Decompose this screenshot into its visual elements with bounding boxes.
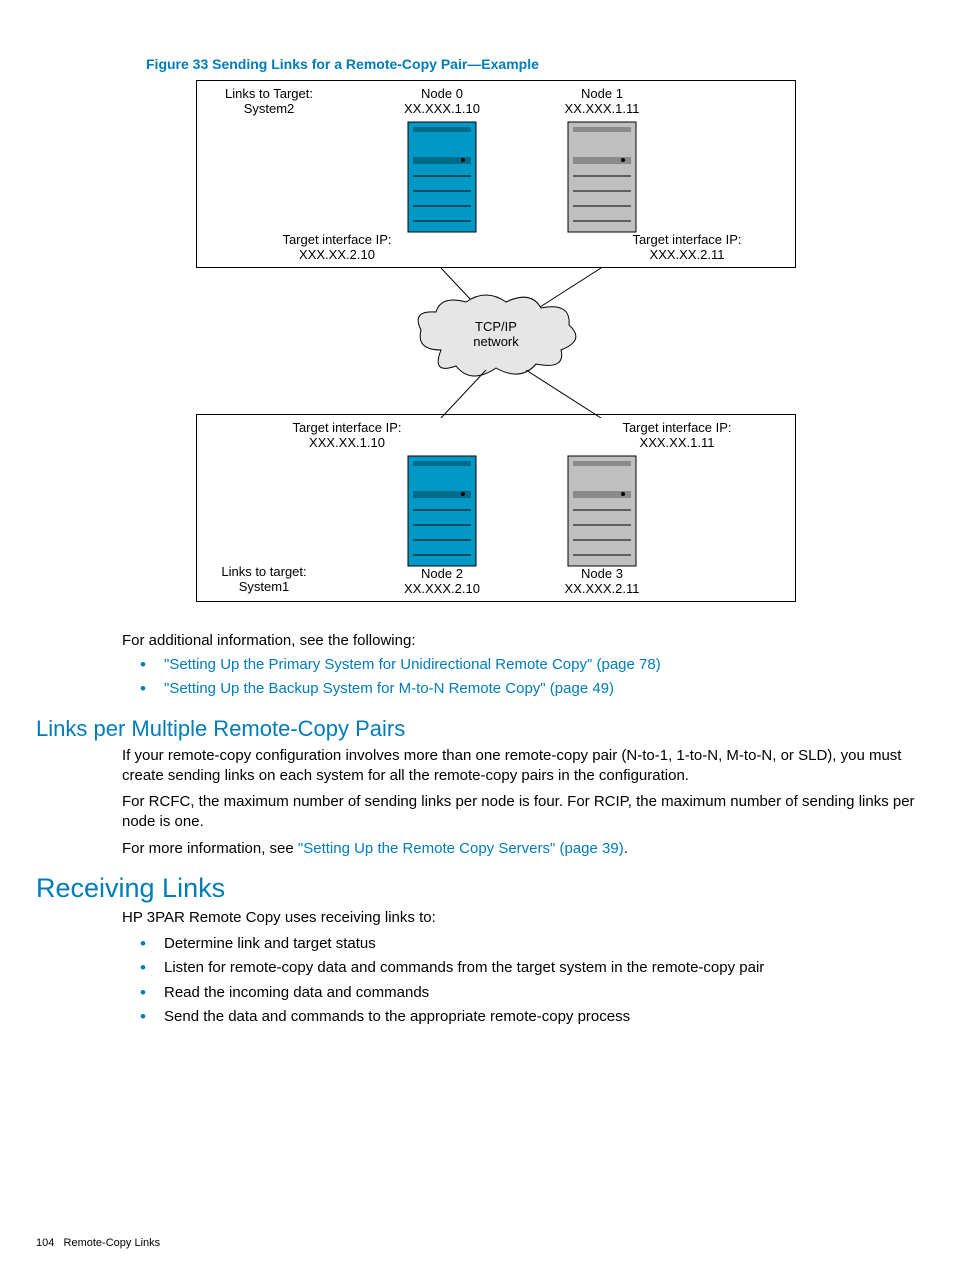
server-node3-icon [567,455,637,567]
node0-ip: XX.XXX.1.10 [372,102,512,117]
node1-ip: XX.XXX.1.11 [532,102,672,117]
link-setup-backup[interactable]: "Setting Up the Backup System for M-to-N… [164,680,614,697]
server-node1-icon [567,121,637,233]
after-fig-list: "Setting Up the Primary System for Unidi… [122,655,918,700]
server-node2-icon [407,455,477,567]
after-fig-intro: For additional information, see the foll… [122,632,918,649]
tif-top-right: Target interface IP: XXX.XX.2.11 [617,233,757,263]
links-to-target-bottom: Links to target: System1 [209,565,319,595]
sec2-b3: Read the incoming data and commands [156,983,918,1003]
tif-top-left: Target interface IP: XXX.XX.2.10 [267,233,407,263]
figure-caption: Figure 33 Sending Links for a Remote-Cop… [146,56,918,72]
cloud-label: TCP/IP network [411,320,581,350]
page-footer: 104 Remote-Copy Links [36,1237,160,1249]
sec1-p2: For RCFC, the maximum number of sending … [122,792,918,833]
node3-name: Node 3 [532,567,672,582]
system-box-bottom: Target interface IP: XXX.XX.1.10 Target … [196,414,796,602]
node2-name: Node 2 [372,567,512,582]
node3-ip: XX.XXX.2.11 [532,582,672,597]
link-setup-primary[interactable]: "Setting Up the Primary System for Unidi… [164,656,661,673]
tif-bot-right: Target interface IP: XXX.XX.1.11 [607,421,747,451]
footer-section: Remote-Copy Links [64,1237,161,1249]
system-box-top: Links to Target: System2 Node 0 XX.XXX.1… [196,80,796,268]
sec2-intro: HP 3PAR Remote Copy uses receiving links… [122,908,918,928]
server-node0-icon [407,121,477,233]
sec1-p1: If your remote-copy configuration involv… [122,746,918,787]
sec1-p3a: For more information, see [122,840,298,857]
node2-ip: XX.XXX.2.10 [372,582,512,597]
sec2-b4: Send the data and commands to the approp… [156,1007,918,1027]
sec1-p3: For more information, see "Setting Up th… [122,839,918,859]
tif-bot-left: Target interface IP: XXX.XX.1.10 [277,421,417,451]
link-remote-copy-servers[interactable]: "Setting Up the Remote Copy Servers" (pa… [298,840,624,857]
node0-name: Node 0 [372,87,512,102]
links-to-target-top: Links to Target: System2 [209,87,329,117]
sec1-p3b: . [624,840,628,857]
sec2-b2: Listen for remote-copy data and commands… [156,958,918,978]
heading-receiving-links: Receiving Links [36,873,918,904]
connector-bottom [196,370,796,418]
node1-name: Node 1 [532,87,672,102]
sec2-list: Determine link and target status Listen … [122,934,918,1027]
page-number: 104 [36,1237,54,1249]
heading-links-multiple: Links per Multiple Remote-Copy Pairs [36,716,918,742]
sec2-b1: Determine link and target status [156,934,918,954]
diagram: Links to Target: System2 Node 0 XX.XXX.1… [196,80,796,602]
